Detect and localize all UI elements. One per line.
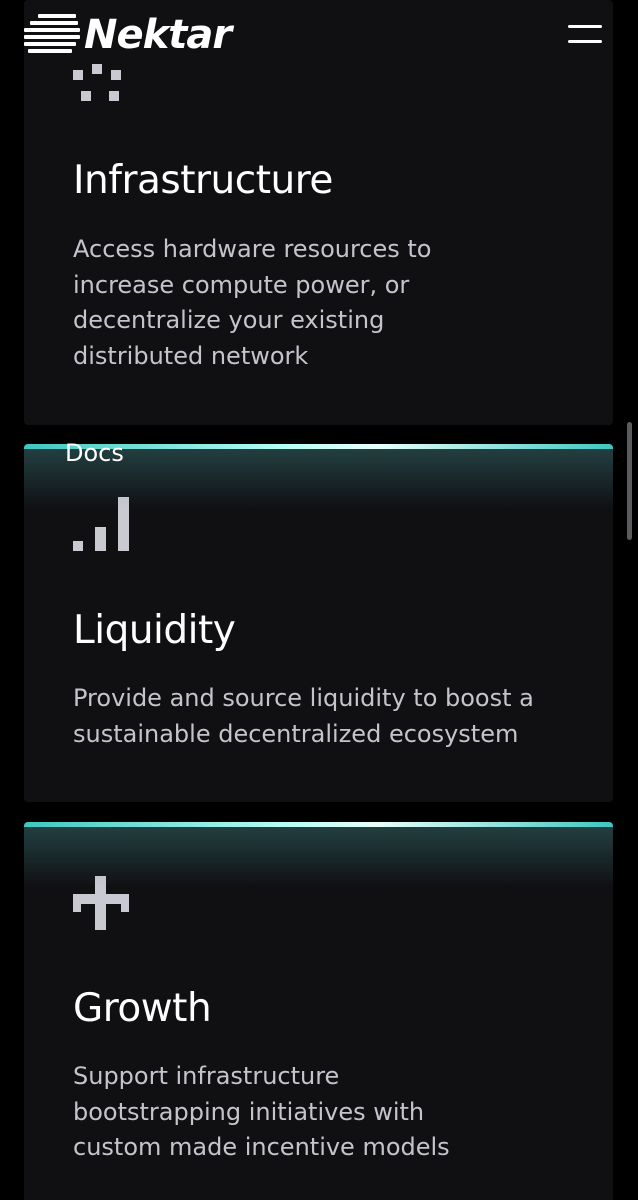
card-description: Provide and source liquidity to boost a …	[73, 684, 534, 748]
brand-logo[interactable]: Nektar	[24, 10, 232, 60]
card-title: Liquidity	[73, 608, 236, 653]
page: Infrastructure Access hardware resources…	[0, 0, 638, 1200]
feature-card-growth: Growth Support infrastructure bootstrapp…	[24, 822, 613, 1200]
card-title: Growth	[73, 986, 212, 1031]
pixel-grid-icon	[73, 64, 125, 104]
site-header: Nektar	[0, 0, 638, 70]
pixel-cross-icon	[73, 876, 129, 932]
scrollbar-thumb[interactable]	[627, 422, 632, 540]
hamburger-menu-icon[interactable]	[568, 22, 602, 46]
card-description: Support infrastructure bootstrapping ini…	[73, 1062, 450, 1161]
docs-link[interactable]: Docs	[65, 439, 124, 467]
card-description: Access hardware resources to increase co…	[73, 235, 432, 370]
card-title: Infrastructure	[73, 158, 333, 203]
brand-name: Nektar	[84, 12, 232, 58]
bar-signal-icon	[73, 497, 129, 553]
feature-card-liquidity: Liquidity Provide and source liquidity t…	[24, 444, 613, 802]
nektar-logo-icon	[24, 12, 82, 58]
